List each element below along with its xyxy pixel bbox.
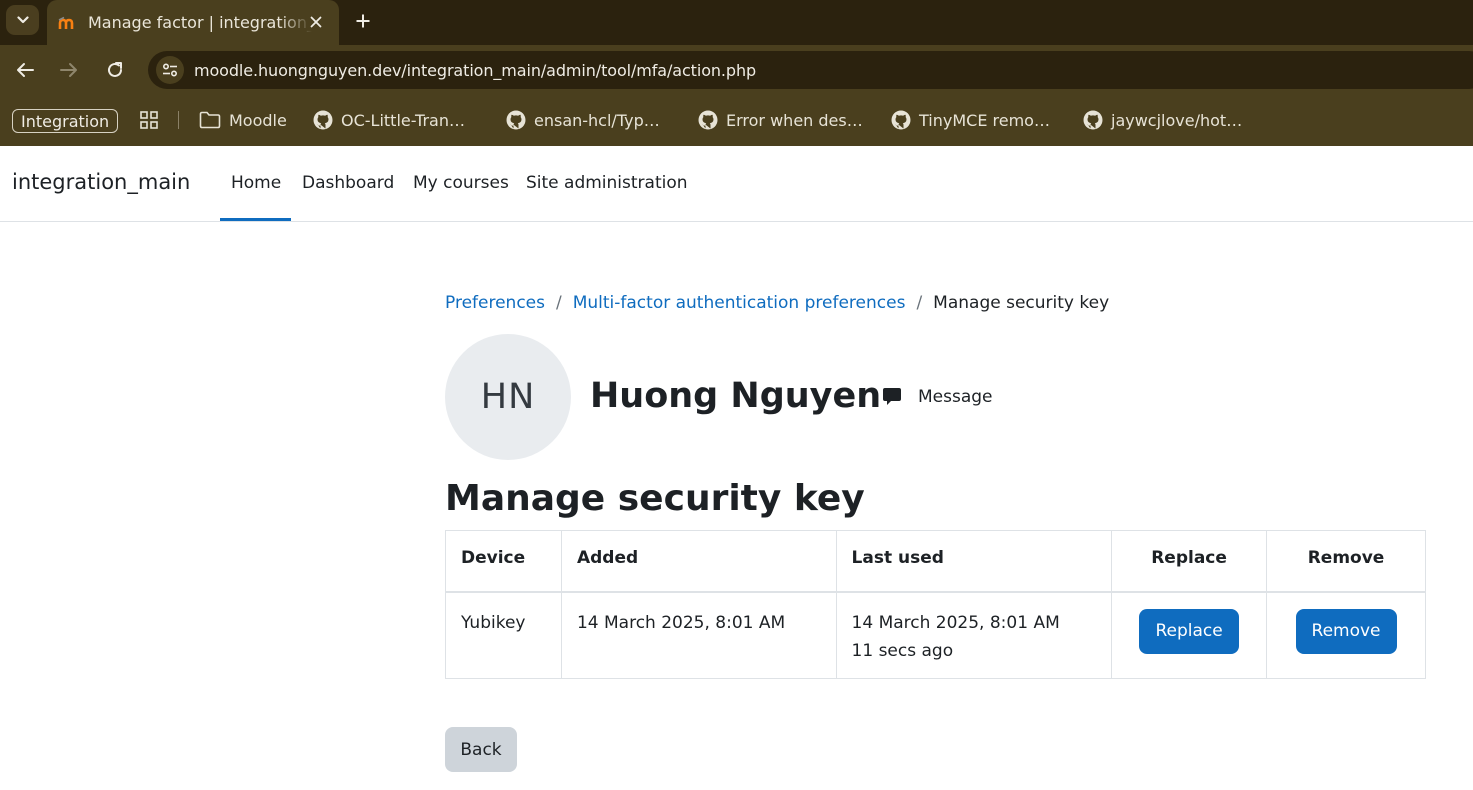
- cell-last-used: 14 March 2025, 8:01 AM 11 secs ago: [835, 591, 1113, 679]
- chevron-down-icon: [16, 16, 29, 24]
- browser-tab-strip: Manage factor | integration_main: [0, 0, 1473, 45]
- bookmark-label: ensan-hcl/Typ…: [534, 110, 660, 130]
- last-used-date: 14 March 2025, 8:01 AM: [851, 612, 1060, 633]
- message-label: Message: [918, 387, 993, 407]
- new-tab-button[interactable]: [352, 10, 374, 32]
- tab-title: Manage factor | integration_main: [88, 13, 312, 32]
- column-header-added: Added: [560, 530, 837, 593]
- address-bar[interactable]: moodle.huongnguyen.dev/integration_main/…: [148, 51, 1473, 89]
- browser-tab-active[interactable]: Manage factor | integration_main: [47, 0, 339, 45]
- apps-grid-icon[interactable]: [139, 107, 167, 133]
- nav-dashboard[interactable]: Dashboard: [302, 173, 394, 193]
- folder-icon: [199, 111, 221, 129]
- message-button[interactable]: Message: [882, 384, 993, 410]
- nav-active-indicator: [220, 218, 291, 221]
- table-header-row: Device Added Last used Replace Remove: [445, 530, 1426, 593]
- bookmark-label: TinyMCE remo…: [919, 110, 1050, 130]
- remove-button[interactable]: Remove: [1295, 608, 1397, 654]
- site-navbar: integration_main Home Dashboard My cours…: [0, 146, 1473, 222]
- browser-toolbar: moodle.huongnguyen.dev/integration_main/…: [0, 45, 1473, 95]
- bookmark-ensan-hcl[interactable]: ensan-hcl/Typ…: [506, 107, 660, 133]
- column-header-last-used: Last used: [835, 530, 1113, 593]
- breadcrumb-preferences[interactable]: Preferences: [445, 293, 545, 313]
- github-icon: [1083, 110, 1103, 130]
- cell-device: Yubikey: [445, 591, 562, 679]
- github-icon: [313, 110, 333, 130]
- close-tab-icon[interactable]: [306, 12, 326, 32]
- plus-icon: [356, 14, 370, 28]
- back-button[interactable]: Back: [445, 727, 517, 772]
- bookmarks-bar: Integration Moodle OC-Little-Tran… ensan…: [0, 95, 1473, 146]
- nav-my-courses[interactable]: My courses: [413, 173, 509, 193]
- bookmark-group-integration[interactable]: Integration: [12, 109, 119, 133]
- bookmark-label: jaywcjlove/hot…: [1111, 110, 1243, 130]
- site-settings-icon[interactable]: [156, 56, 184, 84]
- nav-site-administration[interactable]: Site administration: [526, 173, 688, 193]
- bookmark-label: Error when des…: [726, 110, 863, 130]
- bookmark-moodle[interactable]: Moodle: [199, 107, 287, 133]
- last-used-relative: 11 secs ago: [851, 640, 954, 661]
- back-arrow-icon[interactable]: [13, 58, 37, 82]
- tab-search-button[interactable]: [6, 5, 39, 35]
- url-text: moodle.huongnguyen.dev/integration_main/…: [194, 61, 757, 80]
- github-icon: [506, 110, 526, 130]
- page-title: Manage security key: [445, 478, 865, 519]
- speech-bubble-icon: [883, 388, 901, 405]
- cell-replace: Replace: [1111, 591, 1268, 679]
- bookmarks-divider: [178, 111, 179, 129]
- forward-arrow-icon[interactable]: [57, 58, 81, 82]
- avatar[interactable]: HN: [445, 334, 571, 460]
- moodle-favicon-icon: [58, 16, 78, 30]
- cell-added: 14 March 2025, 8:01 AM: [560, 591, 837, 679]
- breadcrumb-current: Manage security key: [933, 293, 1110, 313]
- breadcrumb-separator: /: [555, 293, 562, 313]
- column-header-replace: Replace: [1111, 530, 1268, 593]
- security-keys-table: Device Added Last used Replace Remove Yu…: [445, 530, 1426, 679]
- bookmark-jaywcjlove-hot[interactable]: jaywcjlove/hot…: [1083, 107, 1242, 133]
- breadcrumb-separator: /: [916, 293, 923, 313]
- user-full-name: Huong Nguyen: [590, 376, 882, 416]
- site-brand[interactable]: integration_main: [12, 170, 190, 194]
- breadcrumb: Preferences / Multi-factor authenticatio…: [445, 293, 1109, 313]
- github-icon: [891, 110, 911, 130]
- bookmark-label: Moodle: [229, 110, 287, 130]
- bookmark-error-when-des[interactable]: Error when des…: [698, 107, 863, 133]
- bookmark-label: OC-Little-Tran…: [341, 110, 465, 130]
- bookmark-oc-little-tran[interactable]: OC-Little-Tran…: [313, 107, 465, 133]
- bookmark-tinymce-remo[interactable]: TinyMCE remo…: [891, 107, 1050, 133]
- cell-remove: Remove: [1266, 591, 1426, 679]
- column-header-remove: Remove: [1266, 530, 1426, 593]
- reload-icon[interactable]: [103, 58, 127, 82]
- replace-button[interactable]: Replace: [1139, 608, 1239, 654]
- github-icon: [698, 110, 718, 130]
- nav-home[interactable]: Home: [231, 173, 281, 193]
- breadcrumb-mfa-preferences[interactable]: Multi-factor authentication preferences: [573, 293, 906, 313]
- table-row: Yubikey 14 March 2025, 8:01 AM 14 March …: [445, 591, 1426, 679]
- column-header-device: Device: [445, 530, 562, 593]
